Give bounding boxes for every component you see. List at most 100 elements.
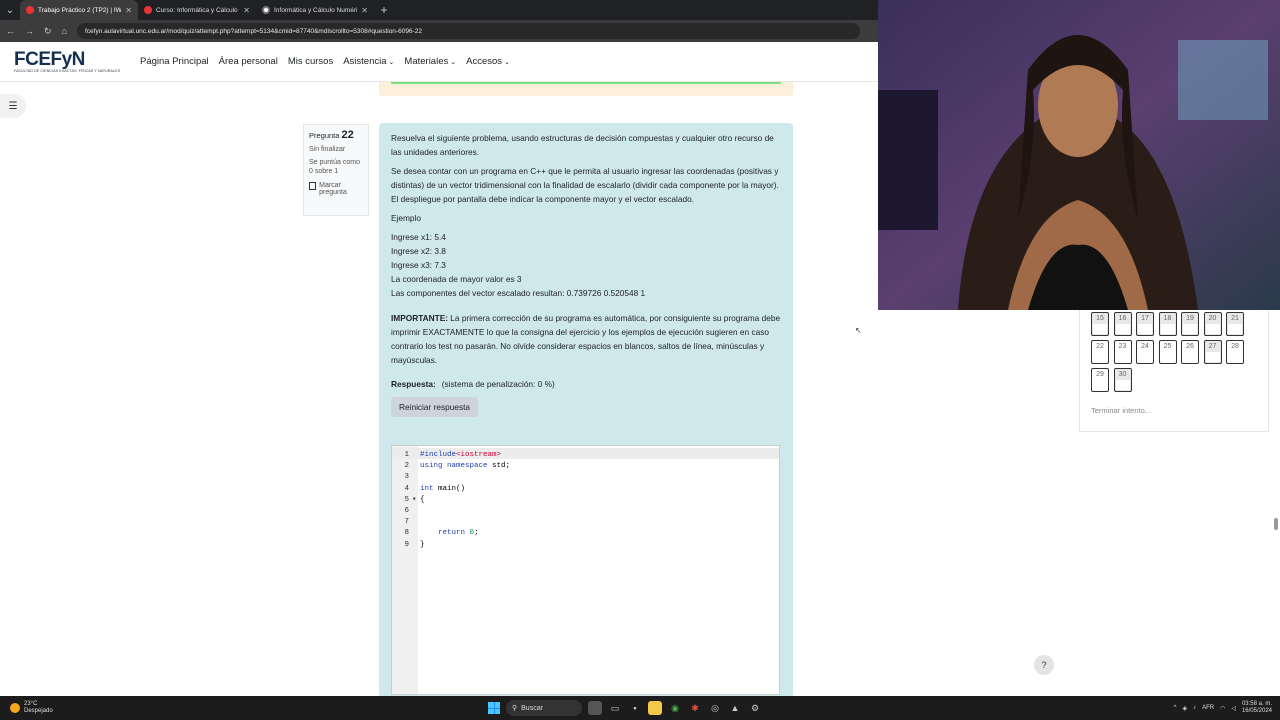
language-indicator[interactable]: AFR (1202, 705, 1214, 711)
settings-icon[interactable]: ⚙ (748, 701, 762, 715)
logo-text: FCEFyN (14, 48, 85, 70)
answer-header: Respuesta: (sistema de penalización: 0 %… (391, 377, 781, 391)
tab-title: Curso: Informática y Cálculo N (156, 6, 240, 14)
code-line[interactable]: 5 ▾{ (392, 493, 779, 504)
code-text: #include<iostream> (420, 451, 502, 459)
finish-attempt-link[interactable]: Terminar intento... (1091, 406, 1151, 415)
help-button[interactable]: ? (1034, 655, 1054, 675)
file-explorer-icon[interactable] (648, 701, 662, 715)
line-number: 4 (404, 484, 409, 493)
webcam-image (878, 0, 1280, 310)
nav-asistencia[interactable]: Asistencia ⌄ (343, 56, 394, 67)
new-tab-button[interactable]: + (374, 0, 394, 20)
line-number: 7 (404, 518, 409, 527)
nav-mis-cursos[interactable]: Mis cursos (288, 56, 333, 67)
quiz-nav-button[interactable]: 27 (1203, 340, 1222, 364)
quiz-nav-button[interactable]: 18 (1158, 312, 1177, 336)
microphone-icon[interactable]: ♪ (1193, 705, 1196, 711)
example-line: Ingrese x3: 7.3 (391, 260, 446, 270)
code-line[interactable]: 1 #include<iostream> (392, 448, 779, 459)
back-icon[interactable]: ← (6, 26, 15, 36)
quiz-nav-button[interactable]: 15 (1091, 312, 1109, 336)
quiz-nav-button[interactable]: 21 (1226, 312, 1244, 336)
code-line[interactable]: 8 return 0; (392, 526, 779, 537)
quiz-nav-button[interactable]: 25 (1158, 340, 1177, 364)
question-intro: Resuelva el siguiente problema, usando e… (391, 133, 774, 157)
reset-answer-button[interactable]: Reiniciar respuesta (391, 397, 479, 417)
forward-icon[interactable]: → (25, 26, 34, 36)
chrome-icon[interactable]: ◉ (668, 701, 682, 715)
code-line[interactable]: 9} (392, 538, 779, 549)
quiz-nav-button[interactable]: 23 (1113, 340, 1132, 364)
browser-tab-3[interactable]: Informática y Cálculo Numéric ✕ (256, 0, 374, 20)
widgets-icon[interactable] (588, 701, 602, 715)
quiz-nav-button[interactable]: 16 (1113, 312, 1132, 336)
clock[interactable]: 03:58 a. m. 16/05/2024 (1242, 701, 1272, 715)
nav-area-personal[interactable]: Área personal (219, 56, 278, 67)
quiz-nav-button[interactable]: 29 (1091, 368, 1109, 392)
quiz-nav-button[interactable]: 20 (1203, 312, 1222, 336)
quiz-nav-button[interactable]: 28 (1226, 340, 1244, 364)
quiz-nav-button[interactable]: 17 (1136, 312, 1154, 336)
code-line[interactable]: 6 (392, 504, 779, 515)
weather-widget[interactable]: 23°C Despejado (0, 701, 120, 715)
app-icon-2[interactable]: ▲ (728, 701, 742, 715)
nav-materiales[interactable]: Materiales ⌄ (404, 56, 456, 67)
code-line[interactable]: 3 (392, 470, 779, 481)
obs-icon[interactable]: ◎ (708, 701, 722, 715)
address-bar[interactable]: fcefyn.aulavirtual.unc.edu.ar/mod/quiz/a… (76, 23, 860, 39)
example-line: La coordenada de mayor valor es 3 (391, 274, 522, 284)
app-icon[interactable]: ✱ (688, 701, 702, 715)
site-logo[interactable]: FCEFyN FACULTAD DE CIENCIAS EXACTAS, FÍS… (0, 48, 130, 73)
quiz-nav-button[interactable]: 19 (1181, 312, 1199, 336)
code-text: } (420, 540, 425, 549)
page-scrollbar[interactable] (1274, 518, 1278, 530)
correct-highlight (391, 82, 781, 84)
important-note: IMPORTANTE: La primera corrección de su … (391, 311, 781, 367)
tab-title: Informática y Cálculo Numéric (274, 6, 358, 14)
code-editor[interactable]: 1 #include<iostream> 2 using namespace std;… (391, 445, 780, 695)
start-icon[interactable] (488, 702, 500, 714)
terminal-icon[interactable]: ▪ (628, 701, 642, 715)
nav-pagina-principal[interactable]: Página Principal (140, 56, 209, 67)
line-number: 9 (404, 540, 409, 549)
penalty-text: (sistema de penalización: 0 %) (441, 379, 555, 389)
volume-icon[interactable]: ◁ (1231, 705, 1236, 712)
quiz-nav-button[interactable]: 30 (1113, 368, 1132, 392)
line-number: 3 (404, 473, 409, 482)
reload-icon[interactable]: ↻ (44, 26, 52, 37)
chevron-up-icon[interactable]: ^ (1174, 705, 1177, 711)
quiz-nav-button[interactable]: 22 (1091, 340, 1109, 364)
code-line[interactable]: 2 using namespace std; (392, 459, 779, 470)
line-number: 8 (404, 529, 409, 538)
flag-icon (309, 182, 317, 190)
course-index-toggle[interactable]: ☰ (0, 94, 26, 118)
tab-favicon (144, 6, 152, 14)
quiz-nav-button[interactable]: 26 (1181, 340, 1199, 364)
search-label: Buscar (521, 704, 543, 712)
close-tab-icon[interactable]: ✕ (125, 6, 132, 15)
task-view-icon[interactable]: ▭ (608, 701, 622, 715)
logo-subtitle: FACULTAD DE CIENCIAS EXACTAS, FÍSICAS Y … (14, 68, 121, 73)
clock-time: 03:58 a. m. (1241, 701, 1272, 707)
close-tab-icon[interactable]: ✕ (361, 6, 368, 15)
code-line[interactable]: 7 (392, 515, 779, 526)
webcam-overlay (878, 0, 1280, 310)
browser-tab-1[interactable]: Trabajo Práctico 2 (TP2) | IWA ✕ (20, 0, 138, 20)
flag-question[interactable]: Marcar pregunta (309, 182, 363, 196)
browser-tab-2[interactable]: Curso: Informática y Cálculo N ✕ (138, 0, 256, 20)
taskbar-apps: ⚲ Buscar ▭ ▪ ◉ ✱ ◎ ▲ ⚙ (488, 700, 762, 716)
network-icon[interactable]: ◈ (1182, 705, 1187, 712)
wifi-icon[interactable]: ◠ (1220, 705, 1225, 712)
question-statement: Se desea contar con un programa en C++ q… (391, 166, 779, 204)
line-number: 5 (404, 495, 409, 504)
quiz-nav-button[interactable]: 24 (1136, 340, 1154, 364)
tab-list-icon[interactable]: ⌄ (0, 0, 20, 20)
tab-favicon (262, 6, 270, 14)
close-tab-icon[interactable]: ✕ (243, 6, 250, 15)
home-icon[interactable]: ⌂ (62, 26, 67, 36)
code-line[interactable]: 4 int main() (392, 482, 779, 493)
nav-accesos[interactable]: Accesos ⌄ (466, 56, 510, 67)
taskbar-search[interactable]: ⚲ Buscar (506, 700, 582, 716)
nav-materiales-label: Materiales (404, 56, 449, 67)
